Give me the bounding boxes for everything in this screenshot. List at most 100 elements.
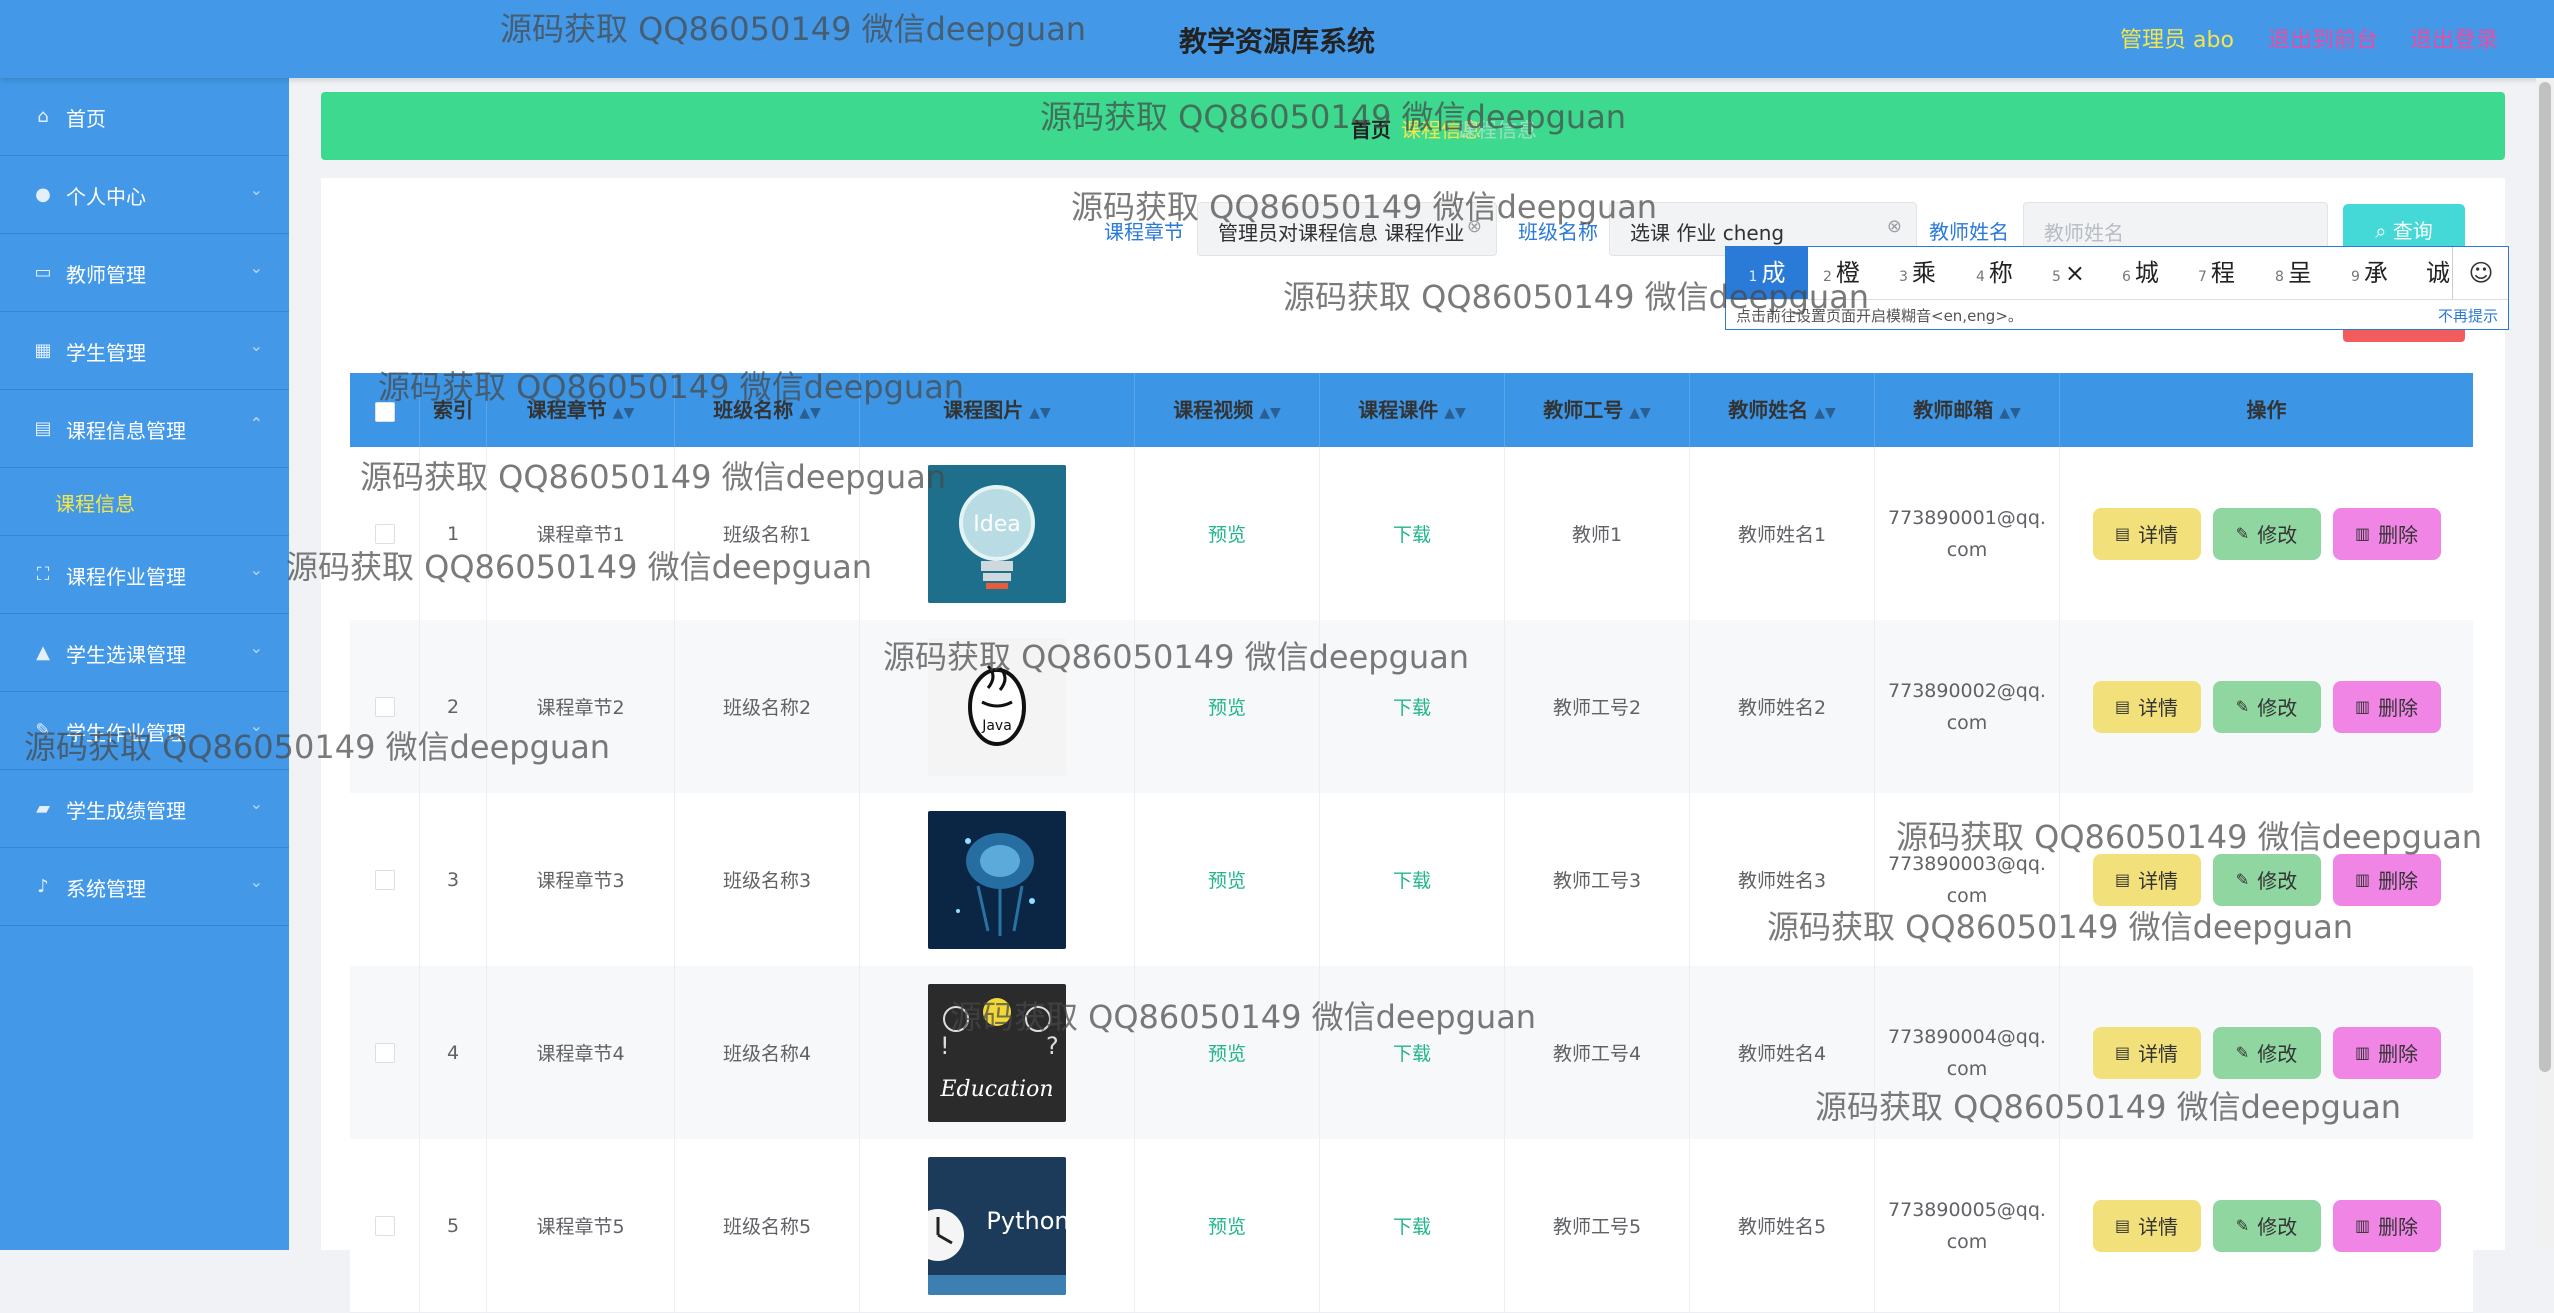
col-courseware[interactable]: 课程课件 ▲▼ (1320, 373, 1505, 447)
detail-label: 详情 (2138, 696, 2179, 720)
row-checkbox[interactable] (374, 1042, 395, 1063)
clear-icon[interactable]: ⊗ (1467, 216, 1482, 237)
sidebar-item-course-homework[interactable]: ⛶ 课程作业管理 ⌄ (0, 536, 289, 614)
course-image-education[interactable]: ! ? Education (928, 983, 1066, 1122)
col-chapter[interactable]: 课程章节 ▲▼ (487, 373, 675, 447)
delete-button[interactable]: ▥ 删除 (2332, 853, 2441, 906)
col-teacher-email[interactable]: 教师邮箱 ▲▼ (1875, 373, 2060, 447)
cell-index: 3 (420, 793, 487, 966)
sidebar-item-teachers[interactable]: ▭ 教师管理 ⌄ (0, 234, 289, 312)
delete-button[interactable]: ▥ 删除 (2332, 680, 2441, 733)
sort-icon[interactable]: ▲▼ (799, 405, 821, 421)
row-checkbox[interactable] (374, 523, 395, 544)
edit-button[interactable]: ✎ 修改 (2212, 1026, 2321, 1079)
ime-candidate[interactable]: 6城 (2122, 247, 2159, 299)
select-all-checkbox[interactable] (374, 401, 395, 422)
class-input-value: 选课 作业 cheng (1630, 221, 1785, 245)
video-preview-link[interactable]: 预览 (1135, 793, 1320, 966)
col-teacher-id[interactable]: 教师工号 ▲▼ (1505, 373, 1690, 447)
emoji-icon[interactable]: ☺ (2452, 247, 2509, 299)
sidebar-item-course-selection[interactable]: ▲ 学生选课管理 ⌄ (0, 614, 289, 692)
back-to-front-link[interactable]: 退出到前台 (2268, 22, 2378, 54)
email-part-2: com (1946, 538, 1988, 561)
sort-icon[interactable]: ▲▼ (1444, 405, 1466, 421)
detail-button[interactable]: ▤ 详情 (2092, 507, 2201, 560)
delete-button[interactable]: ▥ 删除 (2332, 1026, 2441, 1079)
page-scrollbar[interactable] (2536, 78, 2554, 1250)
ime-candidate[interactable]: 2橙 (1823, 247, 1860, 299)
edit-icon: ✎ (2235, 524, 2250, 543)
ime-candidate[interactable]: 1成 (1726, 247, 1808, 299)
edit-button[interactable]: ✎ 修改 (2212, 1199, 2321, 1252)
sidebar-item-label: 个人中心 (66, 185, 146, 209)
col-teacher-name[interactable]: 教师姓名 ▲▼ (1690, 373, 1875, 447)
edit-button[interactable]: ✎ 修改 (2212, 507, 2321, 560)
sort-icon[interactable]: ▲▼ (1259, 405, 1281, 421)
video-preview-link[interactable]: 预览 (1135, 620, 1320, 793)
ime-candidate[interactable]: 7程 (2198, 247, 2235, 299)
video-preview-link[interactable]: 预览 (1135, 1139, 1320, 1312)
table-header: 索引 课程章节 ▲▼ 班级名称 ▲▼ 课程图片 ▲▼ 课程视频 ▲▼ 课程课件 ▲▼ 教师… (350, 373, 2473, 447)
logout-link[interactable]: 退出登录 (2410, 22, 2498, 54)
courseware-download-link[interactable]: 下载 (1320, 966, 1505, 1139)
ime-candidate[interactable]: 4称 (1976, 247, 2013, 299)
courseware-download-link[interactable]: 下载 (1320, 447, 1505, 620)
sort-icon[interactable]: ▲▼ (1999, 405, 2021, 421)
trash-icon: ▥ (2354, 870, 2371, 889)
col-video[interactable]: 课程视频 ▲▼ (1135, 373, 1320, 447)
detail-button[interactable]: ▤ 详情 (2092, 1026, 2201, 1079)
row-checkbox[interactable] (374, 696, 395, 717)
sort-icon[interactable]: ▲▼ (613, 405, 635, 421)
detail-button[interactable]: ▤ 详情 (2092, 680, 2201, 733)
trash-icon: ▥ (2354, 1216, 2371, 1235)
ime-candidate[interactable]: 3乘 (1899, 247, 1936, 299)
course-image-java[interactable]: Java (928, 637, 1066, 776)
course-image-python[interactable]: Python (928, 1156, 1066, 1295)
cell-index: 5 (420, 1139, 487, 1312)
sidebar-subitem-course-info[interactable]: 课程信息 (0, 468, 289, 536)
sidebar-item-course-info[interactable]: ▤ 课程信息管理 ⌃ (0, 390, 289, 468)
course-image-ai[interactable] (928, 810, 1066, 949)
sidebar-item-home[interactable]: ⌂ 首页 (0, 78, 289, 156)
col-image[interactable]: 课程图片 ▲▼ (860, 373, 1135, 447)
course-image-idea[interactable]: Idea (928, 464, 1066, 603)
detail-button[interactable]: ▤ 详情 (2092, 853, 2201, 906)
ime-candidate-number: 5 (2052, 269, 2061, 285)
courseware-download-link[interactable]: 下载 (1320, 620, 1505, 793)
class-label: 班级名称 (1518, 220, 1598, 244)
video-preview-link[interactable]: 预览 (1135, 966, 1320, 1139)
ime-hint-text[interactable]: 点击前往设置页面开启模糊音<en,eng>。 (1736, 305, 2023, 326)
ime-candidate[interactable]: 8呈 (2275, 247, 2312, 299)
video-preview-link[interactable]: 预览 (1135, 447, 1320, 620)
clear-icon[interactable]: ⊗ (1887, 216, 1902, 237)
cell-class: 班级名称5 (675, 1139, 860, 1312)
ime-candidate-number: 4 (1976, 269, 1985, 285)
cell-image: Java (860, 620, 1135, 793)
sidebar-item-students[interactable]: ▦ 学生管理 ⌄ (0, 312, 289, 390)
sort-icon[interactable]: ▲▼ (1029, 405, 1051, 421)
detail-button[interactable]: ▤ 详情 (2092, 1199, 2201, 1252)
ime-candidate-char: 诚 (2426, 259, 2450, 287)
sidebar-item-system[interactable]: ♪ 系统管理 ⌄ (0, 848, 289, 926)
ime-candidate[interactable]: 诚 (2426, 247, 2450, 299)
col-class[interactable]: 班级名称 ▲▼ (675, 373, 860, 447)
ime-dismiss-link[interactable]: 不再提示 (2438, 305, 2498, 326)
delete-button[interactable]: ▥ 删除 (2332, 1199, 2441, 1252)
sort-icon[interactable]: ▲▼ (1814, 405, 1836, 421)
edit-button[interactable]: ✎ 修改 (2212, 680, 2321, 733)
scrollbar-thumb[interactable] (2539, 82, 2551, 1072)
ime-candidate[interactable]: 9承 (2351, 247, 2388, 299)
ime-candidate[interactable]: 5 × (2052, 247, 2085, 299)
delete-button[interactable]: ▥ 删除 (2332, 507, 2441, 560)
courseware-download-link[interactable]: 下载 (1320, 793, 1505, 966)
breadcrumb-home[interactable]: 首页 (1351, 114, 1391, 143)
chapter-search-input[interactable]: 管理员对课程信息 课程作业 ⊗ (1197, 202, 1497, 256)
row-checkbox[interactable] (374, 869, 395, 890)
row-checkbox[interactable] (374, 1215, 395, 1236)
sidebar-item-profile[interactable]: ● 个人中心 ⌄ (0, 156, 289, 234)
courseware-download-link[interactable]: 下载 (1320, 1139, 1505, 1312)
sort-icon[interactable]: ▲▼ (1629, 405, 1651, 421)
sidebar-item-student-homework[interactable]: ✎ 学生作业管理 ⌄ (0, 692, 289, 770)
sidebar-item-student-grades[interactable]: ▰ 学生成绩管理 ⌄ (0, 770, 289, 848)
edit-button[interactable]: ✎ 修改 (2212, 853, 2321, 906)
